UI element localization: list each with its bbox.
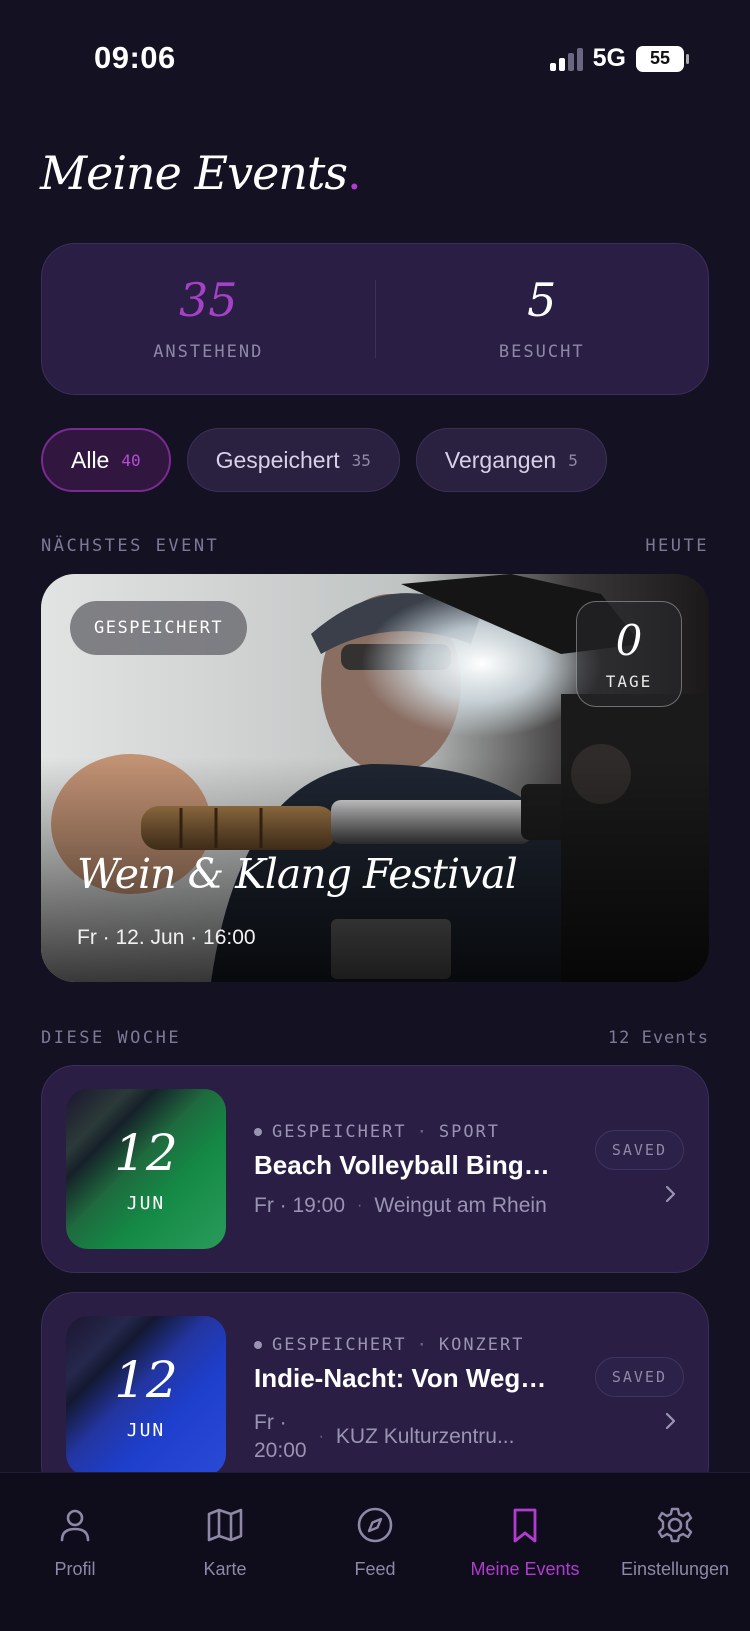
nav-label-einstellungen: Einstellungen xyxy=(620,1559,730,1579)
saved-tag[interactable]: SAVED xyxy=(594,1357,684,1397)
event-time-line1: Fr · xyxy=(254,1411,287,1434)
signal-icon xyxy=(549,47,583,71)
event-info: Fr · 19:00 · Weingut am Rhein xyxy=(254,1194,547,1218)
event-time: Fr · 19:00 xyxy=(254,1194,346,1217)
event-date-thumb: 12 JUN xyxy=(66,1089,226,1249)
nav-item-meine-events[interactable]: Meine Events xyxy=(450,1473,600,1631)
filter-saved-label: Gespeichert xyxy=(215,446,340,473)
nav-item-karte[interactable]: Karte xyxy=(150,1473,300,1631)
days-label: TAGE xyxy=(605,671,653,691)
next-event-header: NÄCHSTES EVENT HEUTE xyxy=(41,536,709,556)
info-separator: · xyxy=(318,1428,324,1445)
meta-separator: · xyxy=(416,1335,429,1355)
days-countdown: 0 TAGE xyxy=(576,601,682,707)
status-dot-icon xyxy=(254,1128,262,1136)
this-week-count: 12 Events xyxy=(607,1028,709,1048)
event-info: Fr · 20:00 · KUZ Kulturzentru... xyxy=(254,1409,514,1465)
filter-all-label: Alle xyxy=(71,446,110,473)
event-venue: KUZ Kulturzentru... xyxy=(335,1425,515,1448)
bottom-nav: Profil Karte Feed Meine Events Einstellu… xyxy=(0,1472,750,1631)
event-day: 12 xyxy=(114,1350,178,1409)
event-venue: Weingut am Rhein xyxy=(374,1194,547,1217)
event-day: 12 xyxy=(114,1123,178,1182)
event-name: Beach Volleyball Bingo Night xyxy=(254,1150,554,1180)
nav-label-feed: Feed xyxy=(354,1559,396,1579)
event-time-line2: 20:00 xyxy=(254,1439,307,1462)
nav-label-karte: Karte xyxy=(203,1559,247,1579)
nav-item-einstellungen[interactable]: Einstellungen xyxy=(600,1473,750,1631)
filter-past[interactable]: Vergangen 5 xyxy=(415,428,607,492)
filter-saved-count: 35 xyxy=(351,450,371,470)
page-title-text: Meine Events xyxy=(40,146,348,200)
days-value: 0 xyxy=(615,615,643,665)
stat-upcoming-value: 35 xyxy=(178,273,238,327)
status-time: 09:06 xyxy=(94,40,176,75)
next-event-section-label: NÄCHSTES EVENT xyxy=(41,536,220,556)
event-category: SPORT xyxy=(438,1122,501,1142)
next-event-section-right: HEUTE xyxy=(645,536,709,556)
stat-visited-value: 5 xyxy=(527,273,557,327)
info-separator: · xyxy=(357,1197,363,1214)
network-label: 5G xyxy=(592,44,626,72)
event-month: JUN xyxy=(126,1419,166,1441)
this-week-header: DIESE WOCHE 12 Events xyxy=(41,1028,709,1048)
event-category: KONZERT xyxy=(438,1335,525,1355)
bookmark-icon xyxy=(513,1508,537,1543)
filter-all-count: 40 xyxy=(121,450,141,470)
event-meta: GESPEICHERT · SPORT xyxy=(254,1122,500,1142)
nav-label-meine-events: Meine Events xyxy=(470,1559,580,1579)
compass-icon xyxy=(357,1507,393,1543)
event-month: JUN xyxy=(126,1192,166,1214)
stat-visited-label: BESUCHT xyxy=(498,342,585,362)
status-dot-icon xyxy=(254,1341,262,1349)
nav-label-profil: Profil xyxy=(54,1559,96,1579)
stat-upcoming: 35 ANSTEHEND xyxy=(42,244,375,394)
page-title: Meine Events. xyxy=(40,146,362,200)
event-time: Fr · 20:00 xyxy=(254,1409,307,1465)
next-event-name: Wein & Klang Festival xyxy=(77,850,518,898)
meta-separator: · xyxy=(416,1122,429,1142)
chevron-right-icon xyxy=(665,1412,676,1430)
event-card[interactable]: 12 JUN GESPEICHERT · SPORT Beach Volleyb… xyxy=(41,1065,709,1273)
filter-saved[interactable]: Gespeichert 35 xyxy=(186,428,400,492)
page-title-dot: . xyxy=(347,146,362,200)
battery-icon: 55 xyxy=(636,45,689,72)
nav-item-profil[interactable]: Profil xyxy=(0,1473,150,1631)
next-event-when: Fr · 12. Jun · 16:00 xyxy=(77,926,256,949)
stat-upcoming-label: ANSTEHEND xyxy=(153,342,264,362)
event-status: GESPEICHERT xyxy=(272,1122,407,1142)
next-event-card[interactable]: GESPEICHERT 0 TAGE Wein & Klang Festival… xyxy=(41,574,709,982)
event-card[interactable]: 12 JUN GESPEICHERT · KONZERT Indie-Nacht… xyxy=(41,1292,709,1500)
filter-all[interactable]: Alle 40 xyxy=(41,428,171,492)
filter-past-count: 5 xyxy=(568,450,578,470)
saved-tag[interactable]: SAVED xyxy=(594,1130,684,1170)
event-date-thumb: 12 JUN xyxy=(66,1316,226,1476)
status-bar: 09:06 5G 55 xyxy=(0,0,750,120)
person-icon xyxy=(60,1509,90,1542)
event-name: Indie-Nacht: Von Wegen Lisbeth xyxy=(254,1363,554,1393)
chevron-right-icon xyxy=(665,1185,676,1203)
status-indicators: 5G 55 xyxy=(549,44,689,73)
stats-card: 35 ANSTEHEND 5 BESUCHT xyxy=(41,243,709,395)
stat-visited: 5 BESUCHT xyxy=(376,244,709,394)
gear-icon xyxy=(657,1507,693,1543)
filter-pills: Alle 40 Gespeichert 35 Vergangen 5 xyxy=(41,428,607,492)
event-meta: GESPEICHERT · KONZERT xyxy=(254,1335,525,1355)
event-status: GESPEICHERT xyxy=(272,1335,407,1355)
saved-badge: GESPEICHERT xyxy=(70,601,248,655)
nav-item-feed[interactable]: Feed xyxy=(300,1473,450,1631)
map-icon xyxy=(207,1508,243,1542)
battery-level: 55 xyxy=(649,48,671,68)
filter-past-label: Vergangen xyxy=(444,446,557,473)
this-week-section-label: DIESE WOCHE xyxy=(41,1028,182,1048)
